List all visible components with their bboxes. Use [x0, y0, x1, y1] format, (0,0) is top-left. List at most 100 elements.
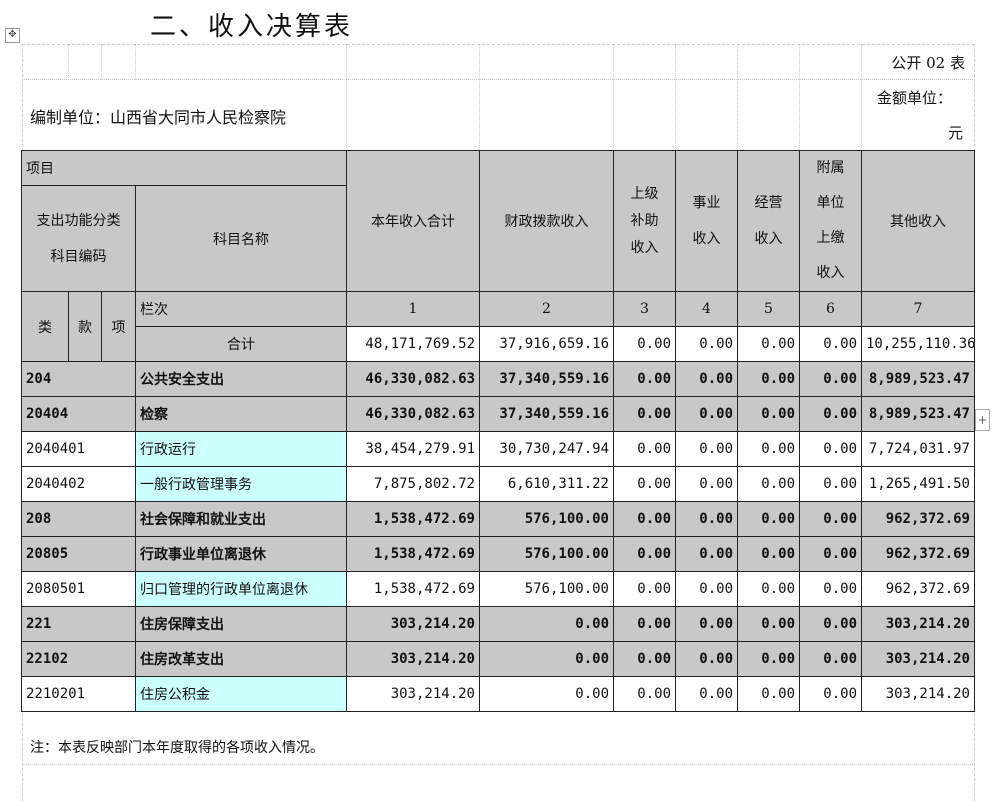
row-code: 204 [21, 361, 136, 397]
col-num: 4 [675, 291, 738, 327]
table-row: 204 公共安全支出 46,330,082.63 37,340,559.16 0.00 0… [21, 361, 975, 397]
row-value: 0.00 [675, 396, 738, 432]
compiling-unit: 编制单位：山西省大同市人民检察院 [30, 108, 287, 127]
row-value: 8,989,523.47 [861, 396, 975, 432]
row-value: 0.00 [799, 571, 862, 607]
row-value: 7,875,802.72 [346, 466, 480, 502]
header-total-income: 本年收入合计 [346, 150, 480, 292]
row-value: 0.00 [613, 361, 676, 397]
row-subject-name: 一般行政管理事务 [135, 466, 347, 502]
row-value: 0.00 [675, 571, 738, 607]
cell-guide [613, 44, 614, 150]
row-value: 0.00 [799, 361, 862, 397]
row-value: 0.00 [613, 676, 676, 712]
row-code: 208 [21, 501, 136, 537]
row-value: 37,340,559.16 [479, 396, 614, 432]
row-value: 0.00 [479, 606, 614, 642]
row-subject-name: 检察 [135, 396, 347, 432]
cell-guide [101, 44, 102, 80]
add-column-icon[interactable]: + [975, 409, 990, 431]
row-value: 0.00 [675, 361, 738, 397]
row-value: 0.00 [675, 466, 738, 502]
row-value: 0.00 [479, 676, 614, 712]
total-cell: 0.00 [737, 326, 800, 362]
row-value: 0.00 [737, 641, 800, 677]
table-row: 2080501 归口管理的行政单位离退休 1,538,472.69 576,100.0… [21, 571, 975, 607]
money-unit-value: 元 [948, 124, 964, 142]
header-func-code: 支出功能分类科目编码 [21, 185, 136, 292]
cell-guide [799, 44, 800, 150]
table-row: 22102 住房改革支出 303,214.20 0.00 0.00 0.00 0.00 0.0… [21, 641, 975, 677]
col-num: 2 [479, 291, 614, 327]
row-code: 20404 [21, 396, 136, 432]
row-code: 2210201 [21, 676, 136, 712]
cell-guide [861, 44, 862, 150]
money-unit-label: 金额单位： [877, 89, 953, 107]
row-value: 0.00 [737, 606, 800, 642]
row-value: 576,100.00 [479, 501, 614, 537]
form-number: 公开 02 表 [891, 54, 965, 72]
row-value: 0.00 [675, 501, 738, 537]
total-cell: 0.00 [799, 326, 862, 362]
row-guide [22, 79, 973, 80]
header-item: 项目 [21, 150, 347, 186]
row-value: 0.00 [675, 676, 738, 712]
table-move-handle-icon[interactable]: ✥ [5, 28, 20, 43]
col-num: 7 [861, 291, 975, 327]
row-subject-name: 公共安全支出 [135, 361, 347, 397]
row-value: 576,100.00 [479, 536, 614, 572]
row-subject-name: 行政事业单位离退休 [135, 536, 347, 572]
row-value: 0.00 [613, 536, 676, 572]
page-title: 二、收入决算表 [150, 12, 354, 42]
row-value: 8,989,523.47 [861, 361, 975, 397]
cell-guide [135, 44, 136, 80]
row-value: 1,538,472.69 [346, 536, 480, 572]
row-code: 2080501 [21, 571, 136, 607]
row-value: 0.00 [799, 676, 862, 712]
total-cell: 48,171,769.52 [346, 326, 480, 362]
row-value: 0.00 [737, 571, 800, 607]
row-value: 962,372.69 [861, 571, 975, 607]
table-row: 20805 行政事业单位离退休 1,538,472.69 576,100.00 0.00… [21, 536, 975, 572]
row-code: 2040402 [21, 466, 136, 502]
row-value: 962,372.69 [861, 536, 975, 572]
row-subject-name: 住房保障支出 [135, 606, 347, 642]
col-num: 1 [346, 291, 480, 327]
total-label: 合计 [135, 326, 347, 362]
cell-guide [737, 44, 738, 150]
row-value: 0.00 [737, 676, 800, 712]
row-value: 7,724,031.97 [861, 431, 975, 467]
row-value: 0.00 [613, 501, 676, 537]
row-value: 303,214.20 [861, 676, 975, 712]
row-value: 0.00 [799, 396, 862, 432]
header-lei: 类 [21, 291, 69, 362]
total-cell: 10,255,110.36 [861, 326, 975, 362]
row-value: 0.00 [675, 536, 738, 572]
header-subsidiary: 附属单位上缴收入 [799, 150, 862, 292]
row-value: 0.00 [799, 641, 862, 677]
row-value: 46,330,082.63 [346, 361, 480, 397]
row-code: 221 [21, 606, 136, 642]
cell-guide [675, 44, 676, 150]
row-value: 0.00 [799, 466, 862, 502]
row-value: 37,340,559.16 [479, 361, 614, 397]
row-value: 303,214.20 [346, 606, 480, 642]
total-cell: 37,916,659.16 [479, 326, 614, 362]
row-value: 30,730,247.94 [479, 431, 614, 467]
row-value: 303,214.20 [861, 606, 975, 642]
row-value: 962,372.69 [861, 501, 975, 537]
row-value: 0.00 [479, 641, 614, 677]
row-value: 0.00 [613, 466, 676, 502]
row-code: 22102 [21, 641, 136, 677]
table-row: 2040402 一般行政管理事务 7,875,802.72 6,610,311.22 0… [21, 466, 975, 502]
row-value: 0.00 [613, 431, 676, 467]
col-num: 5 [737, 291, 800, 327]
row-value: 1,265,491.50 [861, 466, 975, 502]
header-kuan: 款 [68, 291, 102, 362]
cell-guide [346, 44, 347, 150]
table-row: 20404 检察 46,330,082.63 37,340,559.16 0.00 0.0… [21, 396, 975, 432]
header-superior: 上级补助收入 [613, 150, 676, 292]
row-value: 0.00 [675, 606, 738, 642]
row-value: 0.00 [799, 536, 862, 572]
row-value: 0.00 [737, 361, 800, 397]
